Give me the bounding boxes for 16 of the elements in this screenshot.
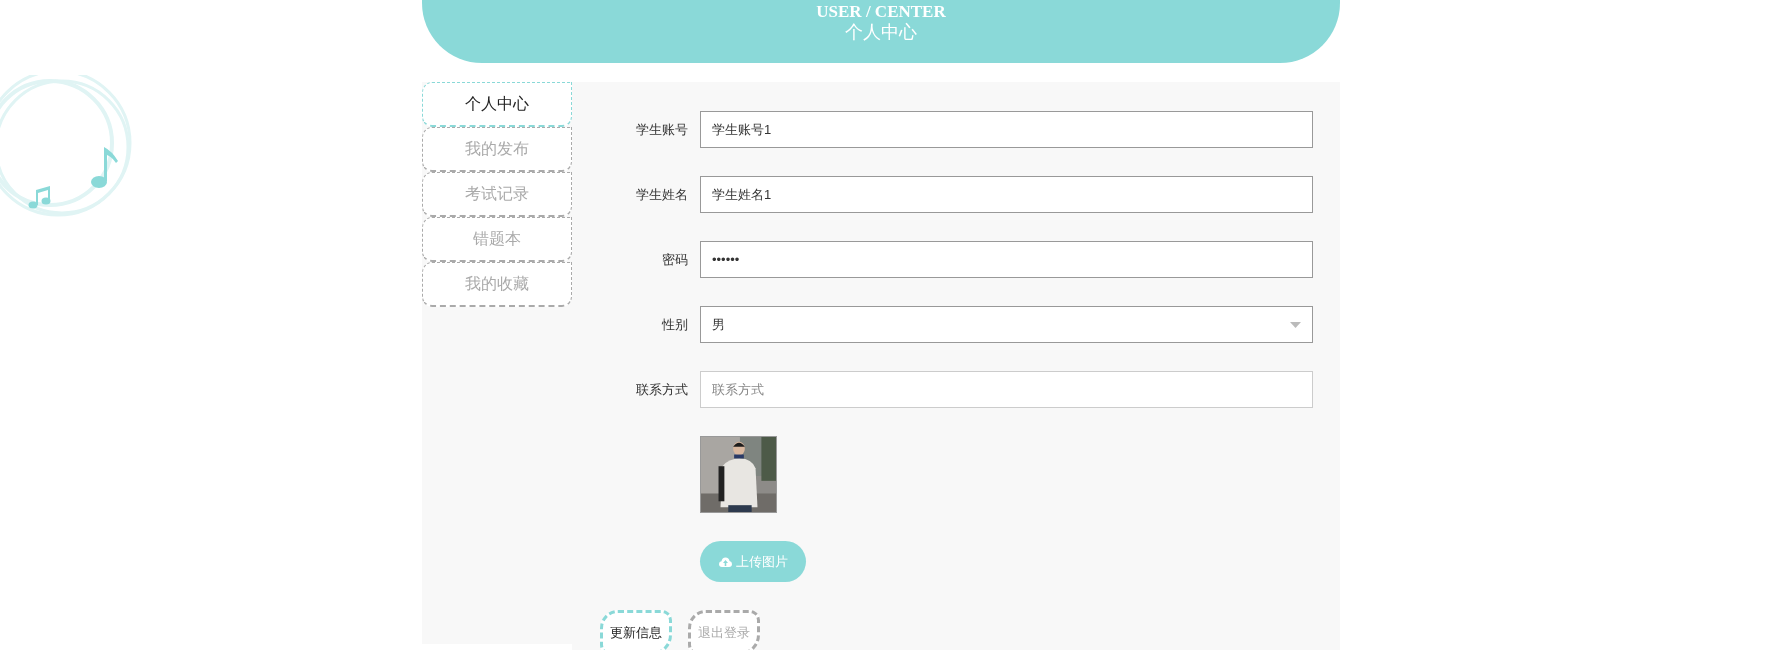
input-field[interactable]: 学生账号1	[700, 111, 1313, 148]
caret-icon	[1290, 321, 1301, 328]
input-field[interactable]: 学生姓名1	[700, 176, 1313, 213]
field-label: 学生账号	[635, 120, 688, 139]
field-label: 联系方式	[635, 380, 688, 399]
select-field[interactable]: 男	[700, 306, 1313, 343]
field-label: 密码	[661, 250, 688, 269]
input-field[interactable]: 联系方式	[700, 371, 1313, 408]
cloud-upload-icon	[718, 556, 732, 567]
password-field[interactable]: ••••••	[700, 241, 1313, 278]
header-subtitle: USER / CENTER	[815, 1, 947, 23]
update-button[interactable]: 更新信息	[600, 610, 672, 650]
field-label: 学生姓名	[635, 185, 688, 204]
header-title: 个人中心	[844, 22, 918, 44]
sidebar-tab[interactable]: 个人中心	[422, 82, 572, 127]
field-label: 性别	[661, 315, 688, 334]
